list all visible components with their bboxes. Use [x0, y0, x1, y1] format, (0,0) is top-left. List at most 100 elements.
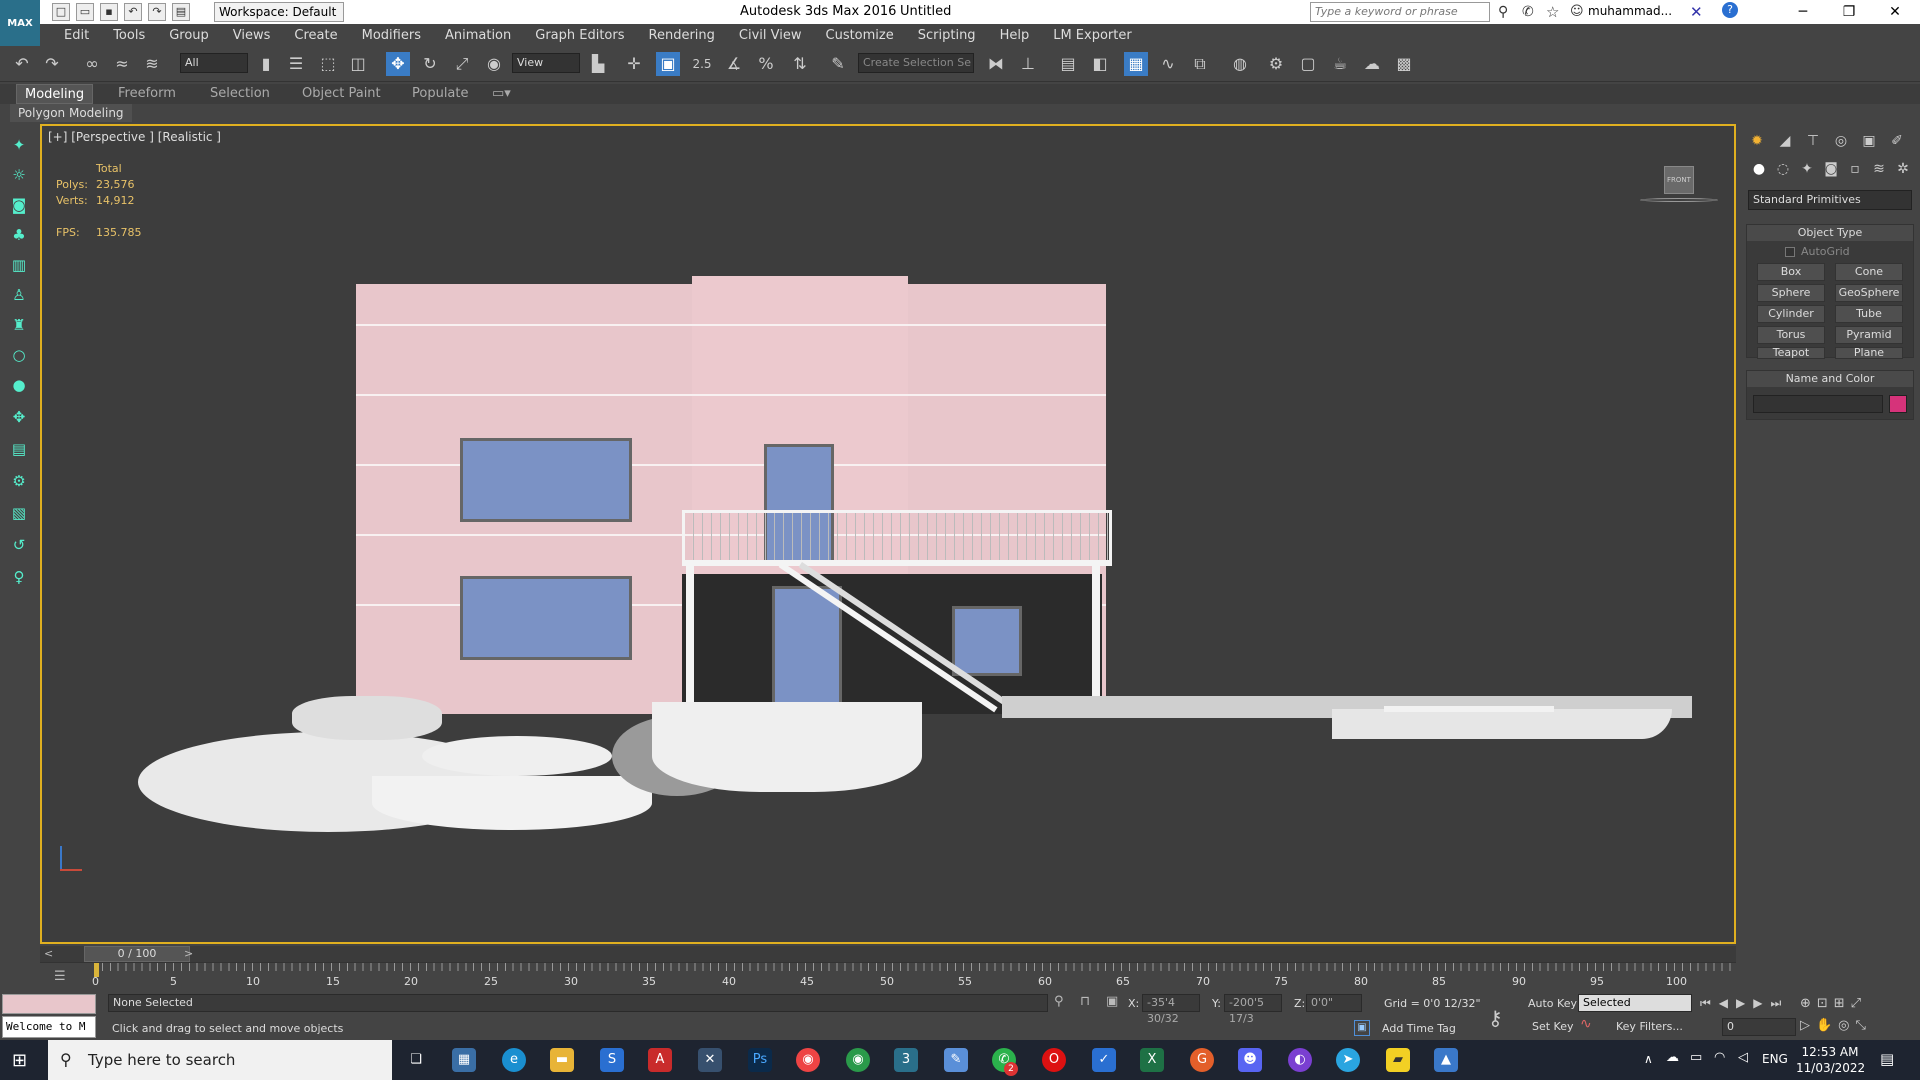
- autogrid-checkbox[interactable]: [1785, 247, 1795, 257]
- polygon-modeling-panel[interactable]: Polygon Modeling: [10, 104, 132, 122]
- hierarchy-tab-icon[interactable]: ⊤: [1802, 130, 1824, 152]
- window-crossing-icon[interactable]: ◫: [346, 52, 370, 76]
- plane-button[interactable]: Plane: [1835, 347, 1903, 359]
- teapot-button[interactable]: Teapot: [1757, 347, 1825, 359]
- absolute-mode-icon[interactable]: ▣: [1106, 994, 1118, 1009]
- photos-icon[interactable]: ▲: [1434, 1048, 1458, 1072]
- save-file-icon[interactable]: ▪: [100, 3, 118, 21]
- systems-icon[interactable]: ✲: [1892, 158, 1914, 180]
- tab-object-paint[interactable]: Object Paint: [294, 84, 389, 104]
- system-clock[interactable]: 12:53 AM 11/03/2022: [1796, 1044, 1865, 1076]
- key-filters-button[interactable]: Key Filters...: [1616, 1020, 1683, 1033]
- curve-editor-icon[interactable]: ∿: [1156, 52, 1180, 76]
- track-bar[interactable]: ☰ 0 5 10 15 20 25 30 35 40 45 50 55 60 6…: [40, 962, 1736, 992]
- pyramid-button[interactable]: Pyramid: [1835, 326, 1903, 344]
- time-tag-icon[interactable]: ▣: [1354, 1020, 1370, 1036]
- select-by-name-icon[interactable]: ☰: [284, 52, 308, 76]
- select-and-rotate-icon[interactable]: ↻: [418, 52, 442, 76]
- new-file-icon[interactable]: □: [52, 3, 70, 21]
- project-folder-icon[interactable]: ▤: [172, 3, 190, 21]
- geometry-icon[interactable]: ●: [1748, 158, 1770, 180]
- close-button[interactable]: ✕: [1872, 0, 1918, 24]
- selection-filter-dropdown[interactable]: All: [180, 53, 248, 73]
- menu-item[interactable]: Views: [233, 28, 271, 43]
- menu-item[interactable]: Rendering: [649, 28, 715, 43]
- chrome-alt-icon[interactable]: ◉: [846, 1048, 870, 1072]
- schematic-view-icon[interactable]: ⧉: [1188, 52, 1212, 76]
- select-and-place-icon[interactable]: ◉: [482, 52, 506, 76]
- display-tab-icon[interactable]: ▣: [1858, 130, 1880, 152]
- edge-icon[interactable]: e: [502, 1048, 526, 1072]
- lightbulb-icon[interactable]: ♀: [8, 566, 30, 588]
- a360-gallery-icon[interactable]: ▩: [1392, 52, 1416, 76]
- primitive-category-dropdown[interactable]: Standard Primitives: [1748, 190, 1912, 210]
- add-time-tag[interactable]: Add Time Tag: [1382, 1022, 1456, 1035]
- menu-item[interactable]: Create: [294, 28, 337, 43]
- calculator-icon[interactable]: ▦: [452, 1048, 476, 1072]
- language-indicator[interactable]: ENG: [1762, 1052, 1788, 1066]
- geosphere-button[interactable]: GeoSphere: [1835, 284, 1903, 302]
- discord-icon[interactable]: ☻: [1238, 1048, 1262, 1072]
- snaps-toggle[interactable]: 2.5: [690, 52, 714, 76]
- playback-controls[interactable]: ⏮◀▶▶⏭: [1700, 996, 1789, 1011]
- tree-icon[interactable]: ♣: [8, 224, 30, 246]
- 3dsmax-icon[interactable]: 3: [894, 1048, 918, 1072]
- help-search-input[interactable]: Type a keyword or phrase: [1310, 2, 1490, 22]
- binoculars-icon[interactable]: ⚲: [1498, 4, 1508, 20]
- sticky-notes-icon[interactable]: ▰: [1386, 1048, 1410, 1072]
- viewcube[interactable]: FRONT: [1664, 166, 1694, 194]
- layer-explorer-icon[interactable]: ◧: [1088, 52, 1112, 76]
- lock-selection-icon[interactable]: ⊓: [1080, 994, 1090, 1009]
- tab-selection[interactable]: Selection: [202, 84, 278, 104]
- maxscript-listener[interactable]: Welcome to M: [2, 1016, 96, 1038]
- tab-freeform[interactable]: Freeform: [110, 84, 184, 104]
- key-mode-dropdown[interactable]: Selected: [1578, 994, 1692, 1012]
- select-and-move-icon[interactable]: ✥: [386, 52, 410, 76]
- menu-item[interactable]: Scripting: [918, 28, 976, 43]
- select-and-scale-icon[interactable]: ⤢: [450, 52, 474, 76]
- ribbon-options-icon[interactable]: ▭▾: [484, 84, 519, 104]
- excel-icon[interactable]: X: [1140, 1048, 1164, 1072]
- battery-icon[interactable]: ▭: [1690, 1050, 1702, 1065]
- grammarly-icon[interactable]: G: [1190, 1048, 1214, 1072]
- cone-button[interactable]: Cone: [1835, 263, 1903, 281]
- undo-icon[interactable]: ↶: [124, 3, 142, 21]
- keyboard-shortcut-override-icon[interactable]: ▣: [656, 52, 680, 76]
- bottle-icon[interactable]: ♜: [8, 314, 30, 336]
- angle-snap-icon[interactable]: ∡: [722, 52, 746, 76]
- workspace-dropdown[interactable]: Workspace: Default: [214, 2, 344, 22]
- align-icon[interactable]: ⊥: [1016, 52, 1040, 76]
- lights-icon[interactable]: ✦: [1796, 158, 1818, 180]
- layer-icon[interactable]: ▧: [8, 502, 30, 524]
- redo-icon[interactable]: ↷: [148, 3, 166, 21]
- taskbar-search-input[interactable]: Type here to search: [48, 1040, 392, 1080]
- podcast-icon[interactable]: ◐: [1288, 1048, 1312, 1072]
- slider-next-icon[interactable]: >: [184, 947, 193, 960]
- photoshop-icon[interactable]: Ps: [748, 1048, 772, 1072]
- menu-item[interactable]: Customize: [826, 28, 894, 43]
- render-in-cloud-icon[interactable]: ☁: [1360, 52, 1384, 76]
- user-name[interactable]: muhammad...: [1588, 4, 1672, 18]
- isolate-selection-icon[interactable]: ⚲: [1054, 994, 1064, 1009]
- object-type-title[interactable]: Object Type: [1747, 225, 1913, 241]
- autocad-icon[interactable]: A: [648, 1048, 672, 1072]
- exchange-apps-icon[interactable]: ✕: [1690, 3, 1703, 21]
- undo-icon[interactable]: ↶: [10, 52, 34, 76]
- torus-button[interactable]: Torus: [1757, 326, 1825, 344]
- show-hidden-icons[interactable]: ∧: [1644, 1052, 1653, 1066]
- panel-icon[interactable]: ▤: [8, 438, 30, 460]
- menu-item[interactable]: Tools: [113, 28, 145, 43]
- cameras-icon[interactable]: ◙: [1820, 158, 1842, 180]
- light-icon[interactable]: ✦: [8, 134, 30, 156]
- maxscript-listener-top[interactable]: [2, 994, 96, 1014]
- volume-icon[interactable]: ◁: [1738, 1050, 1748, 1065]
- menu-item[interactable]: Help: [1000, 28, 1030, 43]
- time-slider-thumb[interactable]: 0 / 100: [84, 946, 190, 962]
- default-tangent-icon[interactable]: ∿: [1580, 1016, 1592, 1032]
- pivot-center-icon[interactable]: ▙: [586, 52, 610, 76]
- rectangular-selection-icon[interactable]: ⬚: [316, 52, 340, 76]
- ring-icon[interactable]: ○: [8, 344, 30, 366]
- time-slider[interactable]: < 0 / 100 >: [40, 946, 1736, 962]
- set-key-button[interactable]: Set Key: [1532, 1020, 1574, 1033]
- motion-tab-icon[interactable]: ◎: [1830, 130, 1852, 152]
